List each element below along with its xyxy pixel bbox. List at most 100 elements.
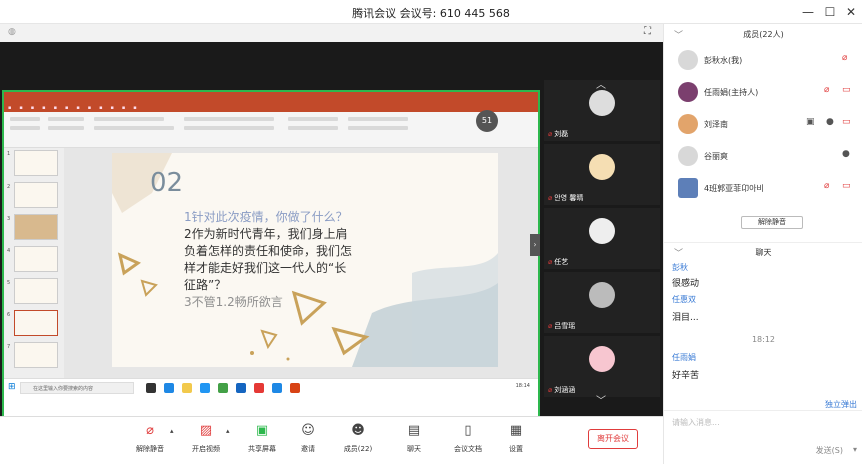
shared-screen[interactable]: ▪▪▪▪▪▪▪▪▪▪▪▪ 51 1 2 3 4 5 6 7 [2,90,540,418]
members-label: 成员(22) [343,445,373,453]
avatar [589,282,615,308]
slide-line-2: 2作为新时代青年，我们身上肩 [184,227,348,241]
scroll-up-icon[interactable]: ︿ [596,76,606,91]
slide-thumb[interactable] [14,182,58,208]
chat-header: 聊天 [755,248,772,257]
meeting-view: ◍ ⛶ ▪▪▪▪▪▪▪▪▪▪▪▪ 51 1 2 3 4 5 [0,24,663,418]
members-button[interactable]: ☻ 成员(22) [338,423,378,454]
invite-button[interactable]: ☺ 邀请 [288,423,328,454]
avatar [678,50,698,70]
video-label: 开启视频 [192,445,220,453]
settings-button[interactable]: ▦ 设置 [496,423,536,454]
mic-muted-icon: ⌀ [548,194,553,202]
unmute-all-button[interactable]: 解除静音 [741,216,803,229]
ppt-ribbon: 51 [4,110,538,148]
app-icon[interactable] [254,383,264,393]
meeting-badge: 51 [476,110,498,132]
popout-chat-link[interactable]: 独立弹出 [825,399,857,410]
avatar [678,82,698,102]
video-button[interactable]: ▨ 开启视频 [186,423,226,454]
video-tile[interactable]: ⌀ 任艺 [544,208,660,269]
windows-start-icon[interactable]: ⊞ [8,382,16,392]
video-tile[interactable]: ⌀ 안영 馨晴 [544,144,660,205]
member-row[interactable]: 谷丽爽 ● [664,142,862,172]
send-options-icon[interactable]: ▾ [853,445,857,454]
slide-line-3: 负着怎样的责任和使命，我们怎 [184,244,353,258]
avatar [589,346,615,372]
avatar [589,90,615,116]
tray-clock: 18:14 [515,383,530,389]
taskview-icon[interactable] [146,383,156,393]
video-name: 안영 馨晴 [554,194,584,202]
video-name: 刘涵涵 [554,386,576,394]
powerpoint-icon[interactable] [290,383,300,393]
slide-thumb[interactable] [14,342,58,368]
member-name: 谷丽爽 [704,152,728,161]
video-options-icon[interactable]: ▴ [226,427,230,435]
chat-message: 很感动 [672,279,700,289]
slide-thumb[interactable] [14,214,58,240]
taskbar: ⊞ 在这里输入你要搜索的内容 18:14 [4,378,538,396]
screen-share-icon: ▣ [255,423,269,438]
invite-label: 邀请 [301,445,315,453]
camera-off-icon: ▭ [842,85,851,95]
slide: 02 1针对此次疫情，你做了什么？ 2作为新时代青年，我们身上肩 负着怎样的责任… [112,153,498,367]
app-icon[interactable] [236,383,246,393]
collapse-icon[interactable]: ﹀ [674,28,683,41]
member-row[interactable]: 任雨娟(主持人) ⌀ ▭ [664,78,862,108]
mic-muted-icon: ⌀ [548,130,553,138]
title-bar: 腾讯会议 会议号: 610 445 568 — ☐ ✕ [0,0,862,24]
fullscreen-icon[interactable]: ⛶ [644,26,651,37]
slide-thumbnails[interactable]: 1 2 3 4 5 6 7 [4,148,64,378]
avatar [678,146,698,166]
edge-icon[interactable] [164,383,174,393]
mute-label: 解除静音 [136,445,164,453]
collapse-videos-icon[interactable]: › [530,234,540,256]
collapse-icon[interactable]: ﹀ [674,246,683,259]
maximize-button[interactable]: ☐ [821,3,839,21]
store-icon[interactable] [200,383,210,393]
camera-off-icon: ▭ [842,117,851,127]
taskbar-search[interactable]: 在这里输入你要搜索的内容 [20,382,134,394]
member-name: 4班郭亚菲卬아비 [704,184,764,193]
add-user-icon: ☺ [301,423,315,438]
video-name: 刘磊 [554,130,569,138]
scroll-down-icon[interactable]: ﹀ [596,392,606,407]
slide-thumb[interactable] [14,278,58,304]
chat-icon: ▤ [407,423,421,438]
slide-line-4: 样才能走好我们这一代人的“长 [184,261,347,275]
member-row[interactable]: 4班郭亚菲卬아비 ⌀ ▭ [664,174,862,204]
slide-thumb-selected[interactable] [14,310,58,336]
video-tile[interactable]: ⌀ 刘涵涵 [544,336,660,397]
mute-button[interactable]: ⌀ 解除静音 [130,423,170,454]
video-panel: ⌀ 刘磊 ⌀ 안영 馨晴 ⌀ 任艺 ⌀ 吕雪瑶 ⌀ 刘涵涵 [542,80,662,416]
chat-button[interactable]: ▤ 聊天 [394,423,434,454]
member-name: 彭秋水(我) [704,56,743,65]
chat-input-area[interactable]: 独立弹出 请输入消息... 发送(S) ▾ [664,400,862,464]
docs-button[interactable]: ▯ 会议文档 [448,423,488,454]
leave-meeting-button[interactable]: 离开会议 [588,429,638,449]
camera-off-icon: ▨ [199,423,213,438]
meeting-app-icon[interactable] [272,383,282,393]
slide-thumb[interactable] [14,150,58,176]
slide-thumb[interactable] [14,246,58,272]
close-button[interactable]: ✕ [842,3,860,21]
minimize-button[interactable]: — [799,3,817,21]
video-tile[interactable]: ⌀ 吕雪瑶 [544,272,660,333]
member-name: 任雨娟(主持人) [704,88,759,97]
slide-line-6: 3不管1.2畅所欲言 [184,295,283,309]
send-button[interactable]: 发送(S) [816,445,843,456]
folder-icon[interactable] [182,383,192,393]
member-row[interactable]: 刘泽南 ▣ ● ▭ [664,110,862,140]
share-screen-button[interactable]: ▣ 共享屏幕 [242,423,282,454]
members-icon: ☻ [351,423,365,438]
member-row[interactable]: 彭秋水(我) ⌀ [664,46,862,76]
app-icon[interactable] [218,383,228,393]
chat-input[interactable]: 请输入消息... [672,417,720,428]
mic-options-icon[interactable]: ▴ [170,427,174,435]
mic-muted-icon: ⌀ [824,181,830,191]
share-top-strip: ◍ ⛶ [0,24,663,42]
video-name: 吕雪瑶 [554,322,576,330]
chat-timestamp: 18:12 [751,335,776,344]
slide-line-1: 1针对此次疫情，你做了什么？ [184,210,348,224]
